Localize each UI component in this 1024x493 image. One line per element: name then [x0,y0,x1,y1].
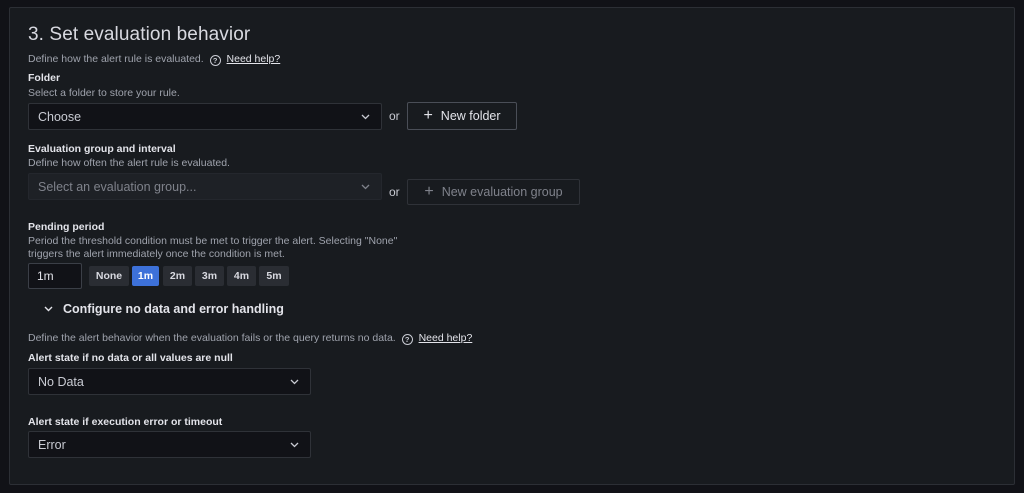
chevron-down-icon [44,306,53,312]
pending-option-none[interactable]: None [89,266,129,286]
pending-period-description-1: Period the threshold condition must be m… [28,235,398,247]
configure-no-data-label: Configure no data and error handling [63,302,284,316]
new-folder-button[interactable]: + New folder [407,102,517,130]
plus-icon: + [423,107,433,124]
section-description: Define how the alert rule is evaluated. … [28,53,281,66]
evaluation-group-placeholder: Select an evaluation group... [38,179,197,194]
group-or-text: or [389,185,400,199]
folder-or-text: or [389,109,400,123]
folder-select[interactable]: Choose [28,103,382,130]
new-evaluation-group-label: New evaluation group [441,185,563,199]
no-data-state-select[interactable]: No Data [28,368,311,395]
error-state-value: Error [38,437,66,452]
pending-period-input[interactable]: 1m [28,263,82,289]
plus-icon: + [424,183,434,200]
question-circle-icon: ? [209,55,221,66]
error-state-label: Alert state if execution error or timeou… [28,416,223,428]
error-state-select[interactable]: Error [28,431,311,458]
pending-option-3m[interactable]: 3m [195,266,224,286]
evaluation-group-select[interactable]: Select an evaluation group... [28,173,382,200]
folder-label: Folder [28,72,61,84]
pending-option-1m[interactable]: 1m [132,266,159,286]
question-circle-icon: ? [401,334,413,345]
chevron-down-icon [361,184,370,189]
no-data-state-label: Alert state if no data or all values are… [28,352,233,364]
new-evaluation-group-button[interactable]: + New evaluation group [407,179,580,205]
chevron-down-icon [361,114,370,119]
new-folder-label: New folder [440,109,501,123]
folder-description: Select a folder to store your rule. [28,87,180,99]
pending-period-label: Pending period [28,221,105,233]
no-data-state-value: No Data [38,374,84,389]
folder-select-value: Choose [38,109,82,124]
pending-option-5m[interactable]: 5m [259,266,289,286]
section-help-link[interactable]: Need help? [227,53,281,65]
pending-period-description-2: triggers the alert immediately once the … [28,248,285,260]
nodata-description: Define the alert behavior when the evalu… [28,332,473,345]
pending-option-2m[interactable]: 2m [163,266,192,286]
nodata-help-link[interactable]: Need help? [419,332,473,344]
group-description: Define how often the alert rule is evalu… [28,157,230,169]
chevron-down-icon [290,379,299,384]
group-label: Evaluation group and interval [28,143,176,155]
section-title: 3. Set evaluation behavior [28,24,251,45]
configure-no-data-toggle[interactable]: Configure no data and error handling [44,302,284,316]
chevron-down-icon [290,442,299,447]
pending-option-4m[interactable]: 4m [227,266,256,286]
